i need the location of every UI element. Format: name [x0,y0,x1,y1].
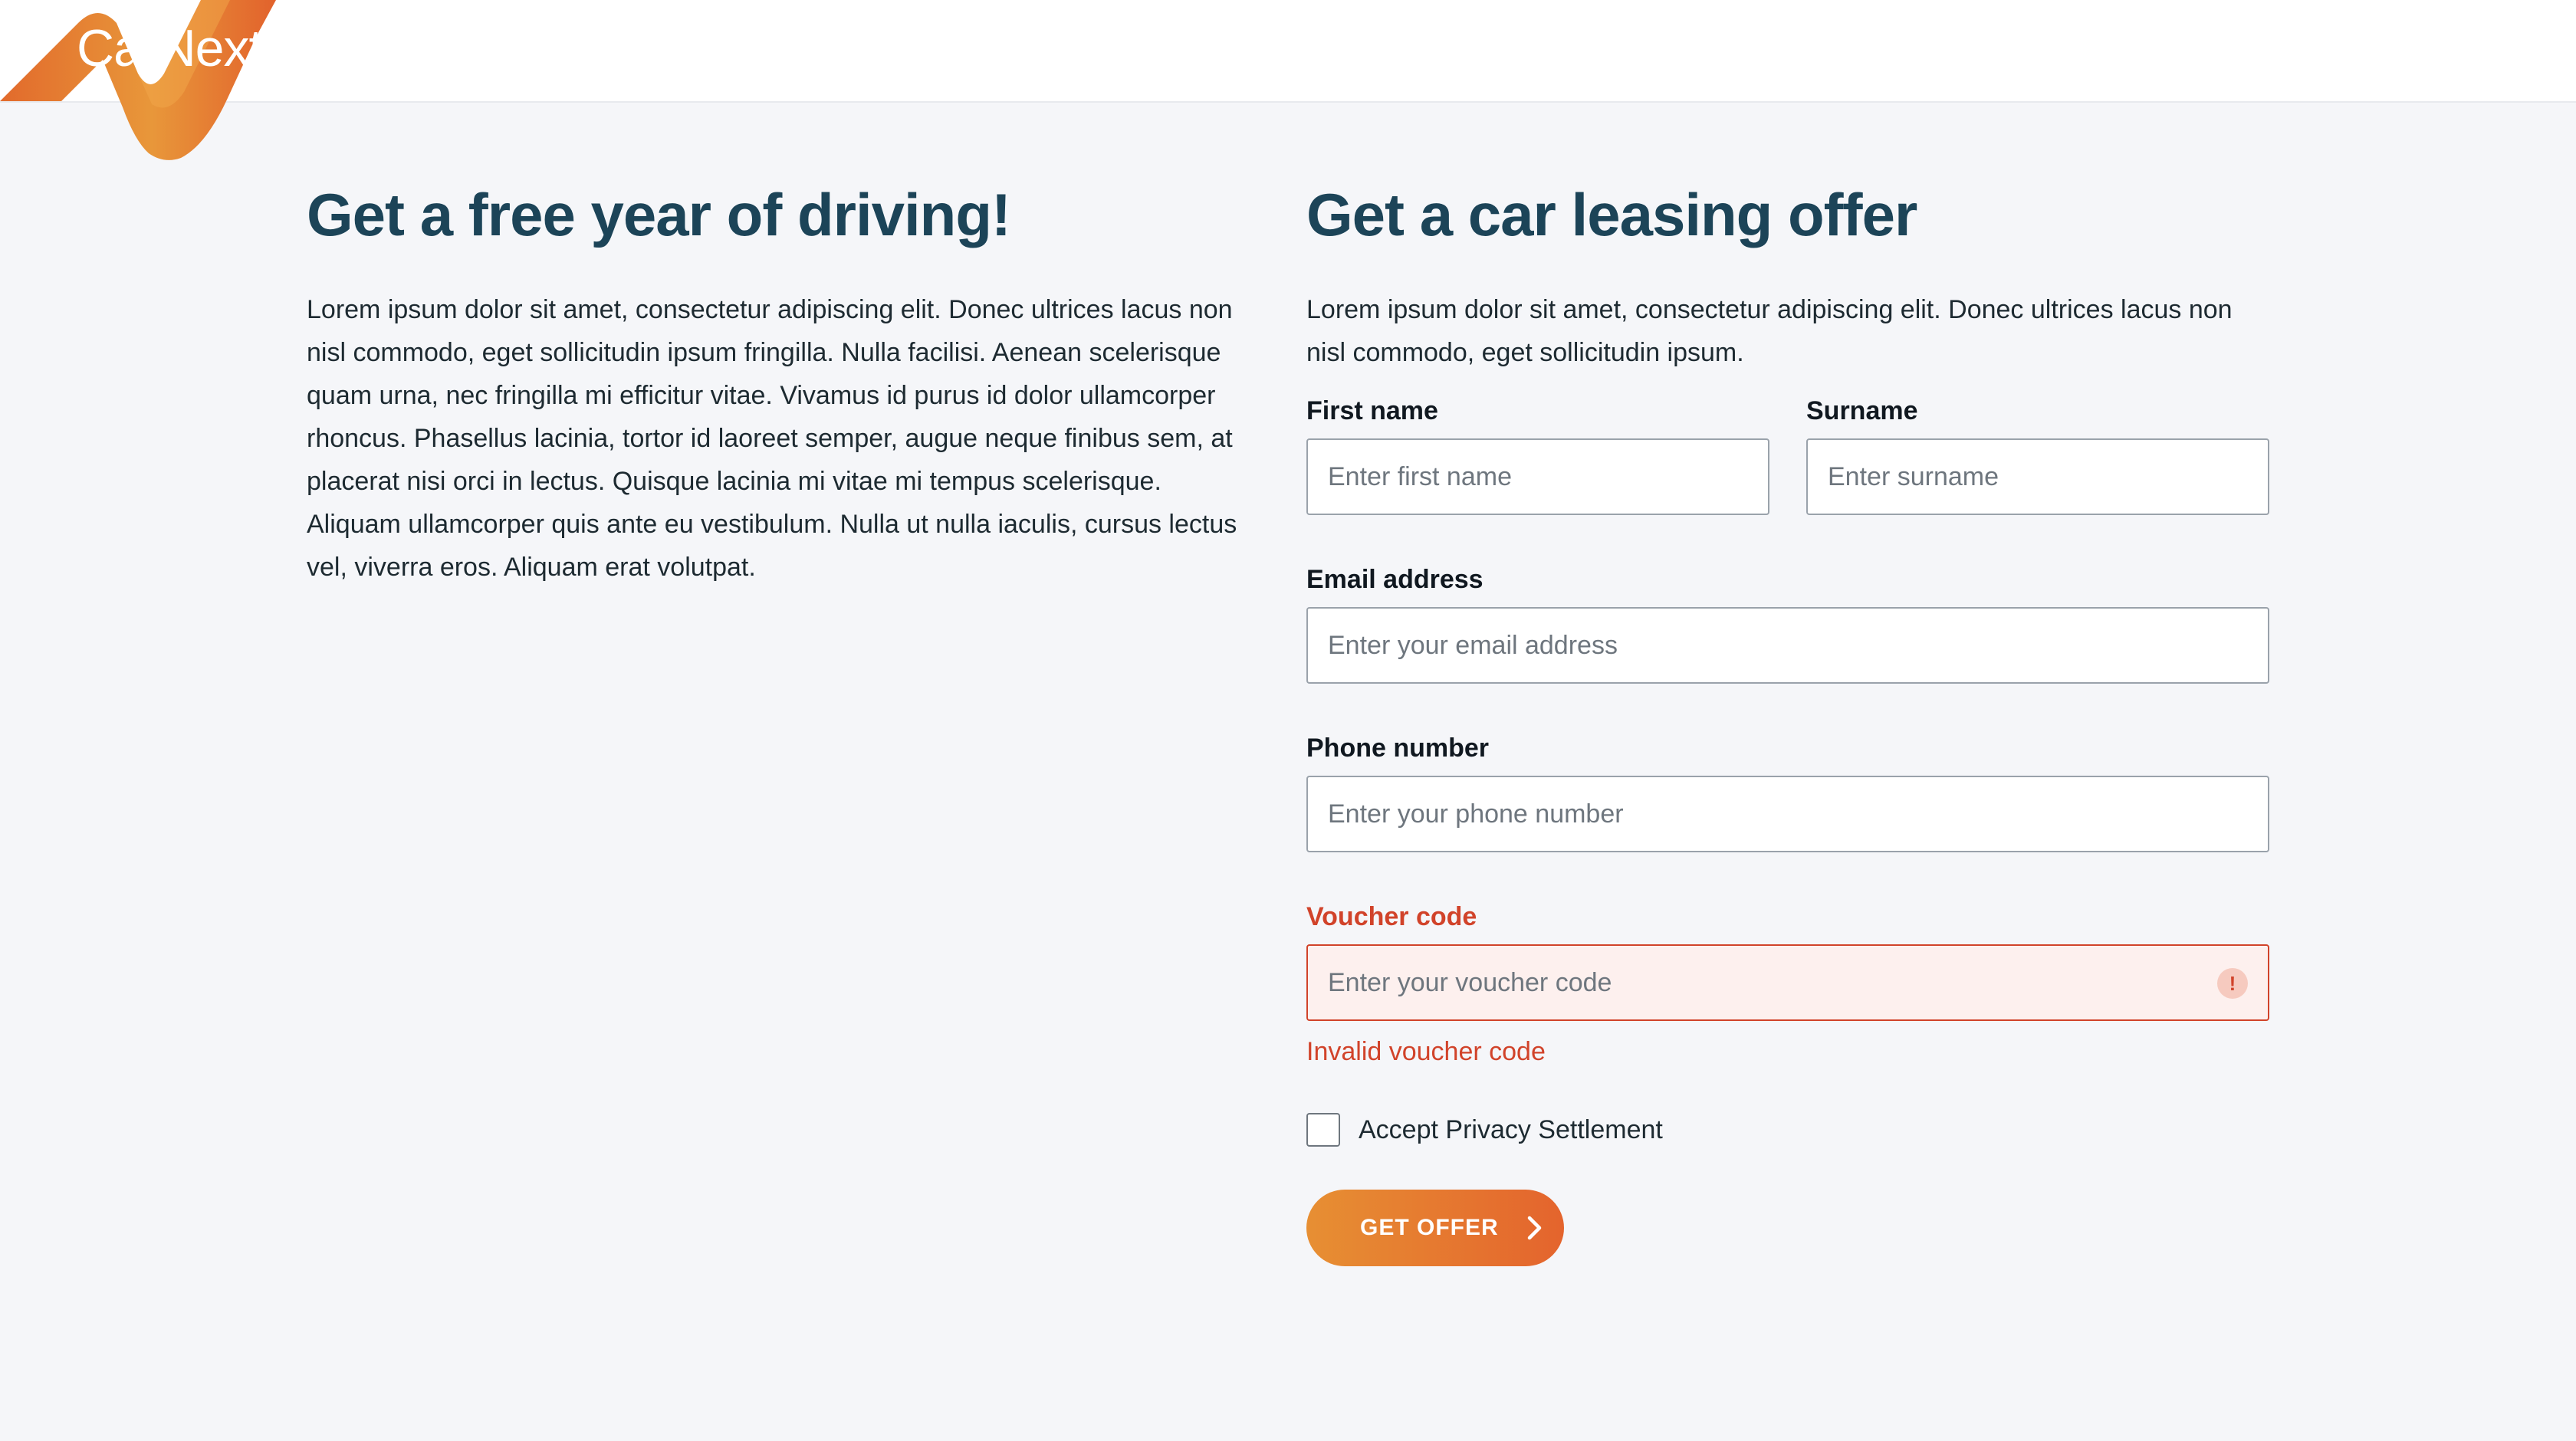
voucher-label: Voucher code [1306,902,1477,931]
voucher-input[interactable] [1308,946,2268,1019]
phone-input[interactable] [1308,777,2268,851]
get-offer-label: GET OFFER [1360,1215,1499,1240]
privacy-checkbox[interactable] [1306,1113,1340,1147]
surname-field: Surname [1806,394,2269,515]
first-name-label: First name [1306,396,1438,425]
form-title: Get a car leasing offer [1306,181,1917,248]
voucher-box: ! [1306,944,2269,1021]
voucher-error-message: Invalid voucher code [1306,1037,1546,1066]
first-name-input[interactable] [1308,440,1768,514]
offer-form: Get a car leasing offer Lorem ipsum dolo… [1306,176,2269,1266]
top-header [0,0,2576,103]
error-icon: ! [2217,968,2248,999]
phone-field: Phone number [1306,731,2269,852]
voucher-field: Voucher code ! Invalid voucher code [1306,900,2269,1068]
promo-body: Lorem ipsum dolor sit amet, consectetur … [307,295,1237,582]
email-label: Email address [1306,565,1484,594]
promo-title: Get a free year of driving! [307,181,1011,248]
privacy-label[interactable]: Accept Privacy Settlement [1359,1115,1663,1145]
get-offer-button[interactable]: GET OFFER [1306,1190,1564,1266]
chevron-right-icon [1526,1216,1543,1240]
logo-wordmark: CarNext [77,19,263,77]
email-field: Email address [1306,563,2269,684]
first-name-field: First name [1306,394,1769,515]
carnext-logo[interactable]: CarNext [0,0,353,162]
surname-label: Surname [1806,396,1918,425]
first-name-box [1306,438,1769,515]
email-input[interactable] [1308,609,2268,682]
surname-input[interactable] [1808,440,2268,514]
form-intro: Lorem ipsum dolor sit amet, consectetur … [1306,295,2233,367]
privacy-row: Accept Privacy Settlement [1306,1113,2269,1147]
email-box [1306,607,2269,684]
phone-box [1306,776,2269,852]
surname-box [1806,438,2269,515]
name-row: First name Surname [1306,394,2269,515]
promo-section: Get a free year of driving! Lorem ipsum … [307,176,1257,589]
phone-label: Phone number [1306,734,1490,763]
